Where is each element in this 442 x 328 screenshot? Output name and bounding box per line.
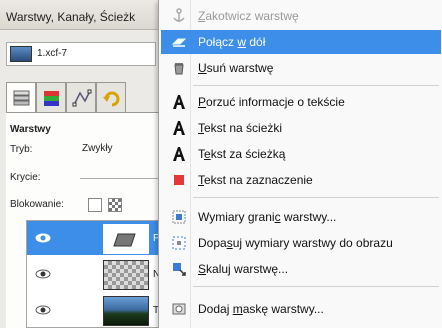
image-thumbnail bbox=[10, 46, 32, 62]
lock-pixels-checkbox[interactable] bbox=[88, 198, 102, 212]
background-layer-thumbnail bbox=[103, 296, 149, 326]
layer-row[interactable]: Tł bbox=[27, 293, 171, 327]
menu-item-layer-boundary-size[interactable]: Wymiary granic warstwy... bbox=[161, 205, 441, 229]
menu-item-layer-to-image-size[interactable]: Dopasuj wymiary warstwy do obrazu bbox=[161, 231, 441, 255]
undo-history-icon bbox=[103, 91, 120, 107]
lock-label: Blokowanie: bbox=[10, 199, 64, 210]
scale-layer-icon bbox=[173, 263, 186, 276]
text-layer-thumbnail bbox=[103, 224, 149, 254]
layer-row[interactable]: Nc bbox=[27, 257, 171, 291]
mode-label: Tryb: bbox=[10, 144, 33, 155]
paths-icon bbox=[72, 89, 92, 107]
layers-icon bbox=[13, 90, 30, 106]
menu-item-text-along-path[interactable]: Tekst za ścieżką bbox=[161, 142, 441, 166]
text-a-icon bbox=[173, 147, 185, 161]
layers-section-label: Warstwy bbox=[10, 124, 51, 135]
merge-down-icon bbox=[171, 38, 187, 47]
menu-item-delete-layer[interactable]: Usuń warstwę bbox=[161, 56, 441, 80]
layer-mask-icon bbox=[172, 303, 186, 315]
eye-icon[interactable] bbox=[35, 232, 51, 244]
tab-paths[interactable] bbox=[66, 82, 96, 112]
menu-item-scale-layer[interactable]: Skaluj warstwę... bbox=[161, 257, 441, 281]
layers-dock: Warstwy, Kanały, Ścieżk 1.xcf-7 Warstwy … bbox=[0, 0, 171, 328]
layer-context-menu: Zakotwicz warstwę Połącz w dół Usuń wars… bbox=[158, 0, 442, 328]
menu-item-discard-text-info[interactable]: Porzuć informacje o tekście bbox=[161, 90, 441, 114]
transparent-layer-thumbnail bbox=[103, 260, 149, 290]
menu-item-merge-down[interactable]: Połącz w dół bbox=[161, 30, 441, 54]
menu-separator bbox=[193, 85, 439, 86]
menu-item-text-to-selection[interactable]: Tekst na zaznaczenie bbox=[161, 168, 441, 192]
menu-item-text-to-path[interactable]: Tekst na ścieżki bbox=[161, 116, 441, 140]
anchor-icon bbox=[173, 8, 185, 22]
dock-title[interactable]: Warstwy, Kanały, Ścieżk bbox=[0, 0, 170, 30]
text-a-icon bbox=[173, 121, 185, 135]
trash-icon bbox=[174, 63, 184, 75]
image-name: 1.xcf-7 bbox=[37, 48, 68, 59]
channels-icon bbox=[44, 91, 59, 106]
tab-channels[interactable] bbox=[36, 82, 66, 112]
menu-item-anchor-layer[interactable]: Zakotwicz warstwę bbox=[161, 4, 441, 28]
dock-tabs bbox=[6, 82, 166, 112]
layers-list: Po Nc Tł bbox=[26, 220, 171, 328]
menu-separator bbox=[193, 197, 439, 198]
menu-item-add-layer-mask[interactable]: Dodaj maskę warstwy... bbox=[161, 297, 441, 321]
eye-icon[interactable] bbox=[35, 304, 51, 316]
eye-icon[interactable] bbox=[35, 268, 51, 280]
tab-undo-history[interactable] bbox=[96, 82, 126, 112]
lock-alpha-checkbox[interactable] bbox=[108, 198, 122, 212]
opacity-label: Krycie: bbox=[10, 172, 41, 183]
text-layer-icon bbox=[113, 233, 136, 247]
fit-to-image-icon bbox=[172, 236, 186, 250]
boundary-size-icon bbox=[172, 210, 186, 224]
image-selector[interactable]: 1.xcf-7 bbox=[6, 42, 156, 66]
layer-row[interactable]: Po bbox=[27, 221, 171, 255]
menu-separator bbox=[193, 286, 439, 287]
opacity-slider[interactable] bbox=[80, 178, 164, 179]
red-square-icon bbox=[174, 175, 184, 185]
text-a-icon bbox=[173, 95, 185, 109]
tab-layers[interactable] bbox=[6, 82, 36, 112]
mode-select[interactable]: Zwykły bbox=[82, 143, 113, 154]
